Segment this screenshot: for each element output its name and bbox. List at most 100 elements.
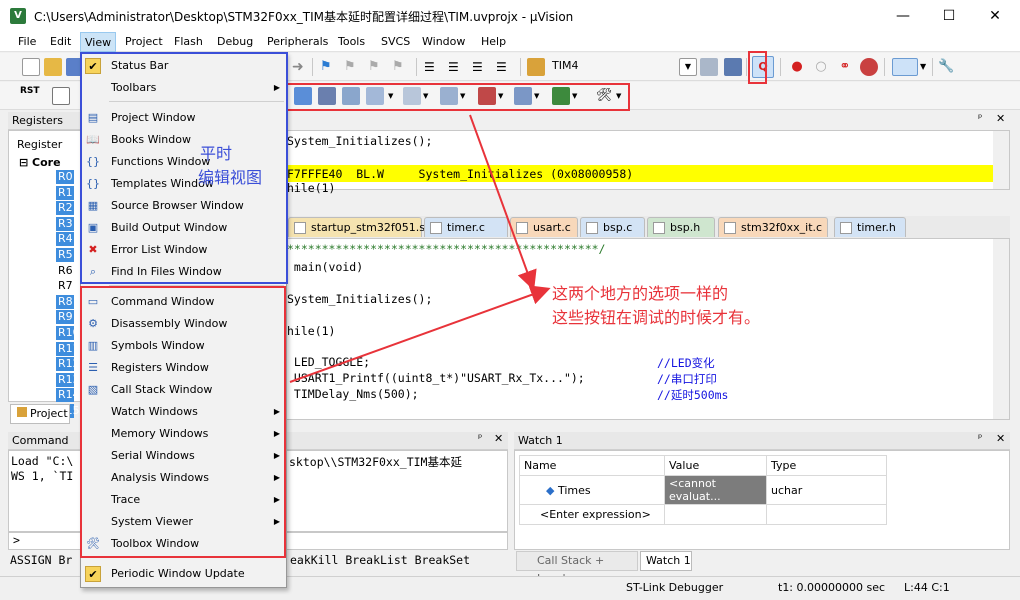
register-row-r1[interactable]: R1 (56, 185, 74, 200)
register-column-header: Register (17, 138, 63, 151)
register-row-r4[interactable]: R4 (56, 232, 74, 247)
configure-tools-icon[interactable]: 🔧 (938, 58, 956, 76)
disable-breakpoint-icon[interactable]: ○ (812, 58, 830, 76)
file-icon (516, 222, 528, 234)
target-combo[interactable]: TIM4 (548, 57, 694, 77)
bookmark-icon[interactable]: ⚑ (320, 58, 338, 76)
find-in-files-toolbar-icon[interactable] (700, 58, 718, 76)
annotation-blue-line-1: 平时 (200, 144, 233, 163)
register-row-r5[interactable]: R5 (56, 248, 74, 262)
command-pin-icon[interactable]: ᵖ (478, 433, 482, 444)
disable-all-breakpoints-icon[interactable]: ⚭ (836, 58, 854, 76)
menu-help[interactable]: Help (481, 32, 506, 52)
reset-icon[interactable]: RST (20, 87, 40, 105)
menu-debug[interactable]: Debug (217, 32, 253, 52)
menu-flash[interactable]: Flash (174, 32, 203, 52)
register-row-r14[interactable]: R14 (56, 388, 80, 403)
debug-toolbar-highlight (253, 83, 630, 111)
watch-enter-expression[interactable]: <Enter expression> (519, 504, 665, 525)
code-line: System_Initializes(); (287, 292, 433, 306)
clear-bookmarks-icon[interactable]: ⚑ (392, 58, 410, 76)
tab-project[interactable]: Project (10, 404, 70, 424)
register-row-r7[interactable]: R7 (56, 279, 74, 293)
register-row-r2[interactable]: R2 (56, 201, 74, 216)
disasm-pin-icon[interactable]: ᵖ (978, 113, 982, 124)
register-row-r3[interactable]: R3 (56, 216, 74, 231)
open-file-icon[interactable] (44, 58, 62, 76)
watch-row[interactable]: ◆ Times <cannot evaluat... uchar (519, 475, 887, 505)
register-row-r6[interactable]: R6 (56, 264, 74, 278)
next-bookmark-icon[interactable]: ⚑ (368, 58, 386, 76)
menu-tools[interactable]: Tools (338, 32, 365, 52)
disasm-close-icon[interactable]: ✕ (996, 112, 1005, 125)
menu-view[interactable]: View (80, 32, 117, 52)
status-time: t1: 0.00000000 sec (778, 581, 886, 594)
watch-var-name[interactable]: ◆ Times (519, 475, 665, 505)
minimize-button[interactable]: — (880, 0, 926, 32)
watch-close-icon[interactable]: ✕ (996, 432, 1005, 445)
maximize-button[interactable]: ☐ (926, 0, 972, 32)
comment-icon[interactable]: ☰ (472, 58, 490, 76)
register-row-r9[interactable]: R9 (56, 310, 74, 325)
command-close-icon[interactable]: ✕ (494, 432, 503, 445)
command-hint-right: eakKill BreakList BreakSet (290, 553, 471, 567)
watch-var-value[interactable]: <cannot evaluat... (664, 475, 767, 505)
editor-tab-timer-c[interactable]: timer.c (424, 217, 508, 237)
file-icon (653, 222, 665, 234)
tab-call-stack-locals[interactable]: Call Stack + Locals (516, 551, 638, 585)
file-icon (840, 222, 852, 234)
editor-tab-usart-c[interactable]: usart.c (510, 217, 578, 237)
code-line: TIMDelay_Nms(500); (287, 387, 419, 401)
register-row-r13[interactable]: R13 (56, 372, 80, 387)
menu-peripherals[interactable]: Peripherals (267, 32, 328, 52)
chevron-down-icon[interactable]: ▼ (679, 58, 697, 76)
editor-tab-bsp-c[interactable]: bsp.c (580, 217, 645, 237)
menu-window[interactable]: Window (422, 32, 465, 52)
uncomment-icon[interactable]: ☰ (496, 58, 514, 76)
status-position: L:44 C:1 (904, 581, 950, 594)
variable-icon: ◆ (546, 483, 558, 497)
navigate-forward-icon[interactable]: ➜ (292, 58, 310, 76)
indent-icon[interactable]: ☰ (424, 58, 442, 76)
editor-tab-stm32f0xx-it-c[interactable]: stm32f0xx_it.c (718, 217, 828, 237)
run-icon[interactable] (52, 87, 70, 105)
new-file-icon[interactable] (22, 58, 40, 76)
register-row-r8[interactable]: R8 (56, 294, 74, 309)
editor-scrollbar[interactable] (993, 239, 1009, 419)
menu-file[interactable]: File (18, 32, 36, 52)
register-row-r0[interactable]: R0 (56, 170, 74, 184)
menu-svcs[interactable]: SVCS (381, 32, 410, 52)
incremental-find-icon[interactable] (724, 58, 742, 76)
core-group[interactable]: ⊟ Core (19, 156, 61, 169)
command-hint: ASSIGN Br (10, 553, 73, 567)
menu-edit[interactable]: Edit (50, 32, 71, 52)
register-row-r12[interactable]: R12 (56, 357, 80, 372)
disasm-scrollbar[interactable] (993, 131, 1009, 189)
breakpoint-icon[interactable]: ● (788, 58, 806, 76)
unindent-icon[interactable]: ☰ (448, 58, 466, 76)
register-row-r10[interactable]: R10 (56, 326, 80, 340)
find-target-icon[interactable] (527, 58, 545, 76)
menu-bar: File Edit View Project Flash Debug Perip… (0, 32, 1020, 52)
close-button[interactable]: ✕ (972, 0, 1018, 32)
editor-pane: ****************************************… (284, 238, 1010, 420)
layout-chevron-down-icon[interactable]: ▼ (920, 58, 938, 76)
editor-tab-startup-stm32f051-s[interactable]: startup_stm32f051.s (288, 217, 425, 237)
status-debugger: ST-Link Debugger (626, 581, 724, 594)
menu-project[interactable]: Project (125, 32, 163, 52)
tab-watch-1[interactable]: Watch 1 (640, 551, 692, 571)
view-menu-item-periodic-window-update[interactable]: ✔ Periodic Window Update (81, 563, 286, 585)
register-row-r11[interactable]: R11 (56, 341, 80, 356)
editor-tab-bsp-h[interactable]: bsp.h (647, 217, 715, 237)
prev-bookmark-icon[interactable]: ⚑ (344, 58, 362, 76)
editor-tab-timer-h[interactable]: timer.h (834, 217, 906, 237)
watch-pin-icon[interactable]: ᵖ (978, 433, 982, 444)
target-combo-value: TIM4 (552, 59, 579, 72)
watch-row[interactable]: <Enter expression> (519, 504, 887, 525)
disasm-line: System_Initializes(); (287, 134, 433, 148)
debug-view-highlight (80, 286, 286, 558)
window-layout-icon[interactable] (892, 58, 918, 76)
code-line: ****************************************… (287, 242, 606, 256)
kill-all-breakpoints-icon[interactable] (860, 58, 878, 76)
debug-button-highlight (748, 51, 767, 84)
